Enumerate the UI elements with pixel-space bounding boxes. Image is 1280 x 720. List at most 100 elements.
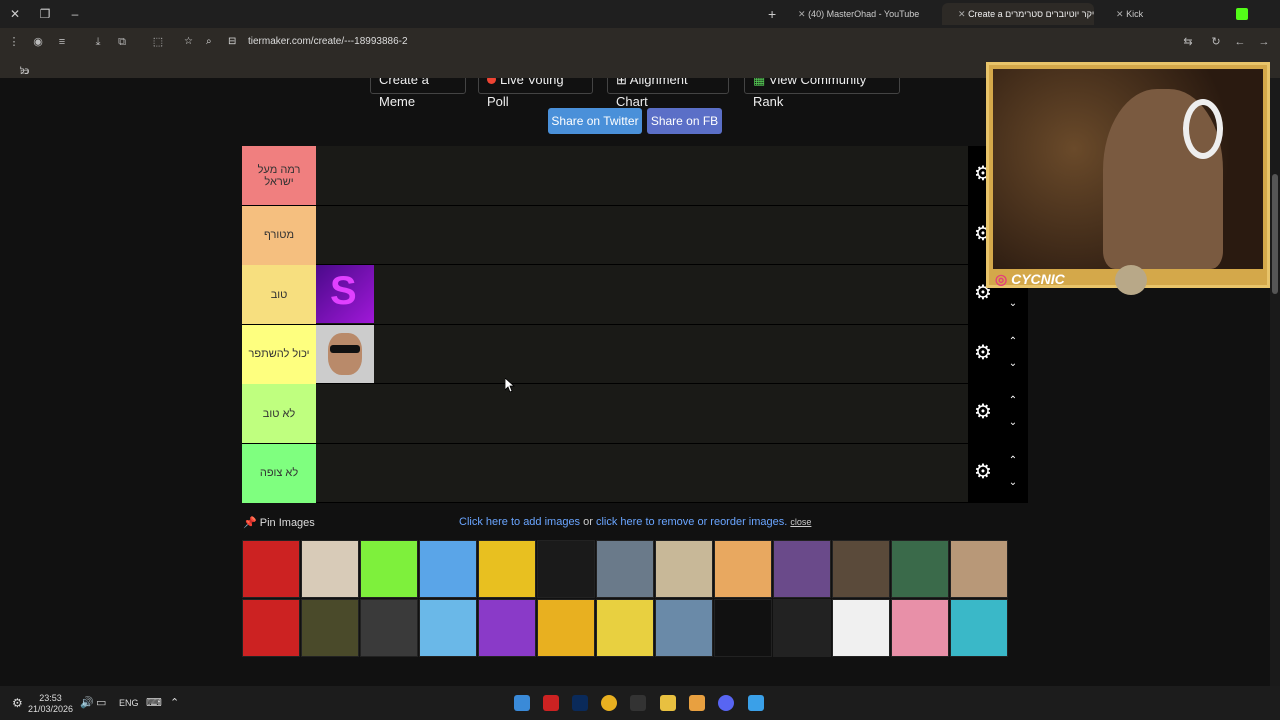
tune-icon[interactable]: ⇆ [1180,34,1196,50]
tier-label[interactable]: לא טוב [242,384,316,443]
pool-tile[interactable] [360,599,418,657]
tier-items[interactable] [316,384,968,443]
network-icon[interactable]: ▭ [96,686,106,720]
tier-items[interactable]: S [316,265,968,324]
gear-icon[interactable]: ⚙ [974,462,994,482]
zoom-icon[interactable]: ⌕ [206,32,212,52]
volume-icon[interactable]: 🔊 [80,686,94,720]
pool-tile[interactable] [301,540,359,598]
close-tab-icon[interactable]: ✕ [958,9,966,19]
tier-label[interactable]: מטורף [242,205,316,265]
chevron-down-icon[interactable]: ⌄ [1006,299,1020,309]
close-window-button[interactable]: ✕ [0,0,30,28]
extensions-icon[interactable]: ⧉ [114,34,130,50]
notepad-icon[interactable] [514,695,530,711]
pool-tile[interactable] [832,540,890,598]
pin-images[interactable]: 📌 Pin Images [243,516,315,529]
pool-tile[interactable] [478,540,536,598]
pool-tile[interactable] [655,540,713,598]
pool-tile[interactable] [950,540,1008,598]
pool-tile[interactable] [537,599,595,657]
close-link[interactable]: close [790,517,811,527]
pool-tile[interactable] [242,540,300,598]
tier-items[interactable] [316,206,968,265]
pool-tile[interactable] [891,540,949,598]
streamer-tile-sunglasses[interactable] [316,324,374,383]
download-icon[interactable]: ⤓ [90,34,106,50]
gear-icon[interactable]: ⚙ [974,343,994,363]
tab-kick[interactable]: ✕ Kick [1100,3,1153,25]
pool-tile[interactable] [714,540,772,598]
profile-icon[interactable]: ◉ [30,34,46,50]
epic-games-icon[interactable] [630,695,646,711]
chevron-up-icon[interactable]: ⌃ [1006,455,1020,466]
page-scrollbar[interactable] [1270,78,1280,686]
maximize-window-button[interactable]: ❐ [30,0,60,28]
discord-icon[interactable] [718,695,734,711]
reload-icon[interactable]: ↻ [1208,34,1224,50]
live-voting-button[interactable]: Live Voting Poll [478,78,593,109]
pool-tile[interactable] [419,599,477,657]
pool-tile[interactable] [596,540,654,598]
notification-icon[interactable]: ⚙ [12,686,23,720]
pool-tile[interactable] [596,599,654,657]
new-tab-button[interactable]: + [758,3,786,25]
pool-tile[interactable] [360,540,418,598]
clock[interactable]: 23:53 21/03/2026 [28,693,73,715]
tier-label[interactable]: לא צופה [242,443,316,503]
scroll-thumb[interactable] [1272,174,1278,294]
tray-chevron-icon[interactable]: ⌃ [170,686,179,720]
pool-tile[interactable] [478,599,536,657]
pool-tile[interactable] [773,540,831,598]
pool-tile[interactable] [655,599,713,657]
tier-label[interactable]: טוב [242,265,316,324]
language-indicator[interactable]: ENG [119,686,139,720]
address-bar[interactable]: ☆ ⌕ ⊟ tiermaker.com/create/---18993886-2 [170,32,1170,52]
share-icon[interactable]: ⬚ [150,34,166,50]
share-twitter-button[interactable]: Share on Twitter [548,108,642,134]
pool-tile[interactable] [419,540,477,598]
red-app-icon[interactable] [543,695,559,711]
chrome-icon[interactable] [601,695,617,711]
reorder-images-link[interactable]: click here to remove or reorder images. [596,516,787,528]
file-explorer-icon[interactable] [660,695,676,711]
pool-tile[interactable] [301,599,359,657]
tier-label[interactable]: יכול להשתפר [242,324,316,384]
chevron-up-icon[interactable]: ⌃ [1006,336,1020,347]
community-rank-button[interactable]: ▦ View Community Rank [744,78,900,109]
menu-icon[interactable]: ⋮ [6,34,22,50]
keyboard-icon[interactable]: ⌨ [146,686,162,720]
tier-items[interactable] [316,146,968,205]
gear-icon[interactable]: ⚙ [974,402,994,422]
add-images-link[interactable]: Click here to add images [459,516,580,528]
tab-tiermaker[interactable]: ✕ Create a טירמייקר יוטיוברים סטרימרים [942,3,1094,25]
pool-tile[interactable] [537,540,595,598]
pool-tile[interactable] [950,599,1008,657]
tier-items[interactable] [316,324,968,384]
pool-tile[interactable] [242,599,300,657]
reading-list-icon[interactable]: ≡ [54,34,70,50]
streamer-tile-s-logo[interactable]: S [316,265,374,323]
close-tab-icon[interactable]: ✕ [798,9,806,19]
back-icon[interactable]: ← [1232,34,1248,50]
tier-label[interactable]: רמה מעל ישראל [242,146,316,205]
bookmark-star-icon[interactable]: ☆ [184,32,193,52]
pool-tile[interactable] [773,599,831,657]
forward-icon[interactable]: → [1256,34,1272,50]
windows-start-icon[interactable] [748,695,764,711]
chevron-up-icon[interactable]: ⌃ [1006,396,1020,406]
pool-tile[interactable] [891,599,949,657]
tier-items[interactable] [316,444,968,503]
photoshop-icon[interactable] [572,695,588,711]
files-icon[interactable] [689,695,705,711]
minimize-window-button[interactable]: – [60,0,90,28]
share-fb-button[interactable]: Share on FB [647,108,722,134]
chevron-down-icon[interactable]: ⌄ [1006,477,1020,488]
tab-youtube[interactable]: ✕ (40) MasterOhad - YouTube [782,3,929,25]
pool-tile[interactable] [714,599,772,657]
pool-tile[interactable] [832,599,890,657]
alignment-chart-button[interactable]: ⊞ Alignment Chart [607,78,729,109]
chevron-down-icon[interactable]: ⌄ [1006,418,1020,428]
close-tab-icon[interactable]: ✕ [1116,9,1124,19]
create-meme-button[interactable]: Create a Meme [370,78,466,109]
